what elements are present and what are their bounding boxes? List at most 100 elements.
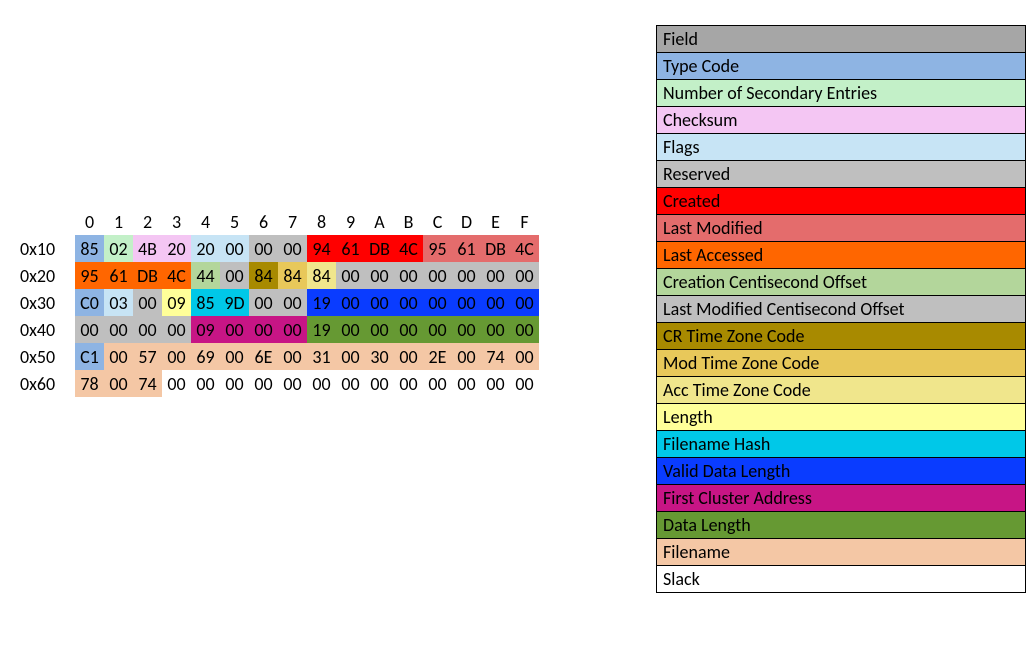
- hex-cell: 00: [220, 370, 249, 397]
- legend-table: FieldType CodeNumber of Secondary Entrie…: [656, 25, 1026, 593]
- hex-cell: DB: [133, 262, 162, 289]
- hex-cell: 00: [278, 289, 307, 316]
- hex-cell: 4B: [133, 235, 162, 262]
- hex-cell: 00: [452, 370, 481, 397]
- hex-col-header: A: [365, 208, 394, 235]
- legend-label: Last Modified: [657, 215, 1026, 242]
- hex-cell: 00: [133, 289, 162, 316]
- hex-cell: 30: [365, 343, 394, 370]
- hex-cell: C0: [75, 289, 104, 316]
- legend-row: Last Accessed: [657, 242, 1026, 269]
- legend-row: Reserved: [657, 161, 1026, 188]
- hex-cell: 00: [336, 316, 365, 343]
- legend-label: First Cluster Address: [657, 485, 1026, 512]
- hex-row: 0x209561DB4C440084848400000000000000: [20, 262, 539, 289]
- hex-cell: 00: [510, 343, 539, 370]
- hex-cell: 00: [336, 262, 365, 289]
- legend-label: Reserved: [657, 161, 1026, 188]
- hex-cell: 00: [365, 262, 394, 289]
- legend-row: Type Code: [657, 53, 1026, 80]
- hex-dump-section: 0123456789ABCDEF0x1085024B20200000009461…: [20, 208, 539, 397]
- legend-row: Mod Time Zone Code: [657, 350, 1026, 377]
- hex-cell: C1: [75, 343, 104, 370]
- hex-cell: 00: [452, 316, 481, 343]
- legend-row: Number of Secondary Entries: [657, 80, 1026, 107]
- hex-cell: 4C: [394, 235, 423, 262]
- hex-col-header: 5: [220, 208, 249, 235]
- legend-label: Creation Centisecond Offset: [657, 269, 1026, 296]
- legend-label: Valid Data Length: [657, 458, 1026, 485]
- hex-cell: 2E: [423, 343, 452, 370]
- hex-cell: 00: [452, 289, 481, 316]
- hex-cell: 00: [249, 235, 278, 262]
- hex-col-header: D: [452, 208, 481, 235]
- legend-label: Acc Time Zone Code: [657, 377, 1026, 404]
- hex-cell: 00: [220, 262, 249, 289]
- legend-label: Filename Hash: [657, 431, 1026, 458]
- hex-cell: 6E: [249, 343, 278, 370]
- hex-table: 0123456789ABCDEF0x1085024B20200000009461…: [20, 208, 539, 397]
- hex-cell: 00: [452, 262, 481, 289]
- hex-cell: 00: [336, 370, 365, 397]
- legend-label: Checksum: [657, 107, 1026, 134]
- hex-cell: 19: [307, 316, 336, 343]
- legend-label: Filename: [657, 539, 1026, 566]
- hex-cell: 00: [423, 316, 452, 343]
- legend-section: FieldType CodeNumber of Secondary Entrie…: [656, 25, 1026, 593]
- legend-row: Checksum: [657, 107, 1026, 134]
- hex-col-header: E: [481, 208, 510, 235]
- legend-label: CR Time Zone Code: [657, 323, 1026, 350]
- legend-label: Last Accessed: [657, 242, 1026, 269]
- hex-cell: 00: [278, 316, 307, 343]
- hex-cell: 00: [75, 316, 104, 343]
- legend-row: Data Length: [657, 512, 1026, 539]
- hex-cell: 09: [191, 316, 220, 343]
- hex-cell: 00: [510, 316, 539, 343]
- hex-cell: 94: [307, 235, 336, 262]
- legend-row: Length: [657, 404, 1026, 431]
- hex-cell: 20: [162, 235, 191, 262]
- hex-row-label: 0x20: [20, 262, 75, 289]
- hex-cell: 4C: [162, 262, 191, 289]
- hex-cell: 00: [336, 289, 365, 316]
- legend-label: Field: [657, 26, 1026, 53]
- hex-cell: 78: [75, 370, 104, 397]
- hex-cell: 00: [133, 316, 162, 343]
- hex-row: 0x4000000000090000001900000000000000: [20, 316, 539, 343]
- hex-cell: 00: [220, 235, 249, 262]
- hex-cell: 00: [510, 370, 539, 397]
- hex-cell: 44: [191, 262, 220, 289]
- hex-cell: 00: [162, 370, 191, 397]
- hex-cell: 00: [220, 316, 249, 343]
- hex-cell: 00: [278, 343, 307, 370]
- hex-row: 0x50C100570069006E00310030002E007400: [20, 343, 539, 370]
- legend-row: CR Time Zone Code: [657, 323, 1026, 350]
- hex-cell: 00: [423, 262, 452, 289]
- hex-cell: 00: [249, 316, 278, 343]
- legend-label: Last Modified Centisecond Offset: [657, 296, 1026, 323]
- hex-cell: 03: [104, 289, 133, 316]
- hex-cell: 00: [481, 316, 510, 343]
- hex-col-header: 9: [336, 208, 365, 235]
- hex-col-header: 1: [104, 208, 133, 235]
- hex-cell: 84: [307, 262, 336, 289]
- hex-cell: DB: [481, 235, 510, 262]
- hex-cell: 00: [220, 343, 249, 370]
- hex-cell: 20: [191, 235, 220, 262]
- hex-cell: 00: [510, 262, 539, 289]
- hex-cell: 00: [481, 370, 510, 397]
- hex-cell: 00: [394, 289, 423, 316]
- legend-label: Type Code: [657, 53, 1026, 80]
- hex-cell: 00: [394, 262, 423, 289]
- hex-col-header: 8: [307, 208, 336, 235]
- hex-cell: 00: [481, 262, 510, 289]
- hex-cell: 00: [278, 235, 307, 262]
- hex-cell: 00: [365, 289, 394, 316]
- hex-cell: 00: [162, 316, 191, 343]
- hex-col-header: C: [423, 208, 452, 235]
- hex-cell: DB: [365, 235, 394, 262]
- hex-cell: 00: [365, 370, 394, 397]
- legend-label: Mod Time Zone Code: [657, 350, 1026, 377]
- hex-col-header: B: [394, 208, 423, 235]
- hex-cell: 00: [104, 316, 133, 343]
